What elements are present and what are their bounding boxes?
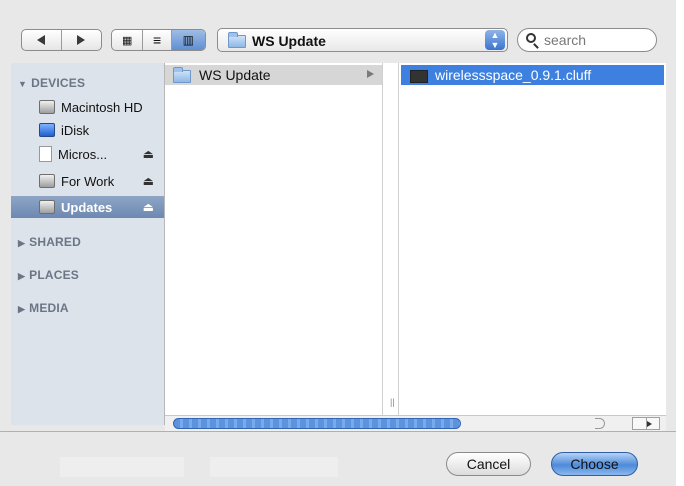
sidebar: ▼ DEVICES Macintosh HD iDisk Micros... ⏏ … (11, 63, 165, 425)
sidebar-item-for-work[interactable]: For Work ⏏ (11, 170, 164, 192)
columns-icon: ▥ (182, 33, 195, 47)
window-edge (676, 0, 684, 485)
forward-button[interactable] (62, 30, 102, 50)
search-icon (526, 33, 536, 43)
left-arrow-icon (633, 421, 646, 427)
hard-disk-icon (39, 200, 55, 214)
eject-icon[interactable]: ⏏ (143, 200, 154, 214)
list-item-wirelessspace-file[interactable]: wirelessspace_0.9.1.cluff (401, 65, 664, 85)
scroll-track-end (595, 418, 605, 429)
disclosure-closed-icon: ▶ (18, 304, 26, 314)
scroll-thumb[interactable] (173, 418, 461, 429)
choose-button[interactable]: Choose (551, 452, 638, 476)
sidebar-section-shared[interactable]: ▶ SHARED (18, 235, 81, 249)
search-placeholder: search (544, 32, 587, 48)
horizontal-scrollbar[interactable] (165, 415, 666, 431)
eject-icon[interactable]: ⏏ (143, 174, 154, 188)
background-artifact (210, 457, 338, 477)
sidebar-item-macintosh-hd[interactable]: Macintosh HD (11, 96, 164, 118)
forward-arrow-icon (77, 35, 86, 45)
list-item-ws-update[interactable]: WS Update (165, 65, 382, 85)
back-arrow-icon (37, 35, 46, 45)
disclosure-open-icon: ▼ (18, 79, 28, 89)
location-label: WS Update (252, 33, 326, 49)
folder-icon (173, 67, 191, 83)
disclosure-arrow-icon (367, 70, 374, 78)
list-view-button[interactable]: ≡ (143, 30, 172, 50)
location-popup[interactable]: WS Update ▲ ▼ (217, 28, 508, 52)
sidebar-section-places[interactable]: ▶ PLACES (18, 268, 79, 282)
scroll-right-button[interactable] (646, 418, 660, 429)
popup-stepper-icon: ▲ ▼ (485, 30, 505, 50)
open-dialog: ▦ ≡ ▥ WS Update ▲ ▼ search ▼ DEVICES Macin… (0, 0, 677, 486)
sidebar-section-media[interactable]: ▶ MEDIA (18, 301, 69, 315)
column-divider (383, 63, 399, 415)
column-resize-handle[interactable]: || (390, 397, 395, 407)
icon-view-button[interactable]: ▦ (112, 30, 144, 50)
document-icon (39, 146, 52, 162)
file-icon (410, 70, 428, 83)
hard-disk-icon (39, 174, 55, 188)
search-field[interactable]: search (517, 28, 657, 52)
scroll-left-button[interactable] (633, 418, 647, 429)
cancel-button[interactable]: Cancel (446, 452, 531, 476)
disclosure-closed-icon: ▶ (18, 271, 26, 281)
browser-column-1: WS Update (165, 63, 383, 415)
list-icon: ≡ (152, 32, 162, 48)
sidebar-item-micros[interactable]: Micros... ⏏ (11, 143, 164, 165)
sidebar-item-idisk[interactable]: iDisk (11, 119, 164, 141)
toolbar: ▦ ≡ ▥ WS Update ▲ ▼ search (0, 0, 676, 63)
back-forward-control (21, 29, 102, 51)
background-artifact (60, 457, 184, 477)
view-mode-control: ▦ ≡ ▥ (111, 29, 206, 51)
idisk-icon (39, 123, 55, 137)
disclosure-closed-icon: ▶ (18, 238, 26, 248)
folder-icon (228, 32, 246, 48)
hard-disk-icon (39, 100, 55, 114)
column-view-button[interactable]: ▥ (171, 30, 205, 50)
right-arrow-icon (646, 420, 660, 427)
back-button[interactable] (22, 30, 62, 50)
sidebar-item-updates[interactable]: Updates ⏏ (11, 196, 164, 218)
icon-grid-icon: ▦ (121, 34, 133, 47)
scroll-buttons (632, 417, 660, 430)
browser-column-2: wirelessspace_0.9.1.cluff (399, 63, 666, 415)
sidebar-section-devices[interactable]: ▼ DEVICES (18, 76, 85, 90)
eject-icon[interactable]: ⏏ (143, 147, 154, 161)
